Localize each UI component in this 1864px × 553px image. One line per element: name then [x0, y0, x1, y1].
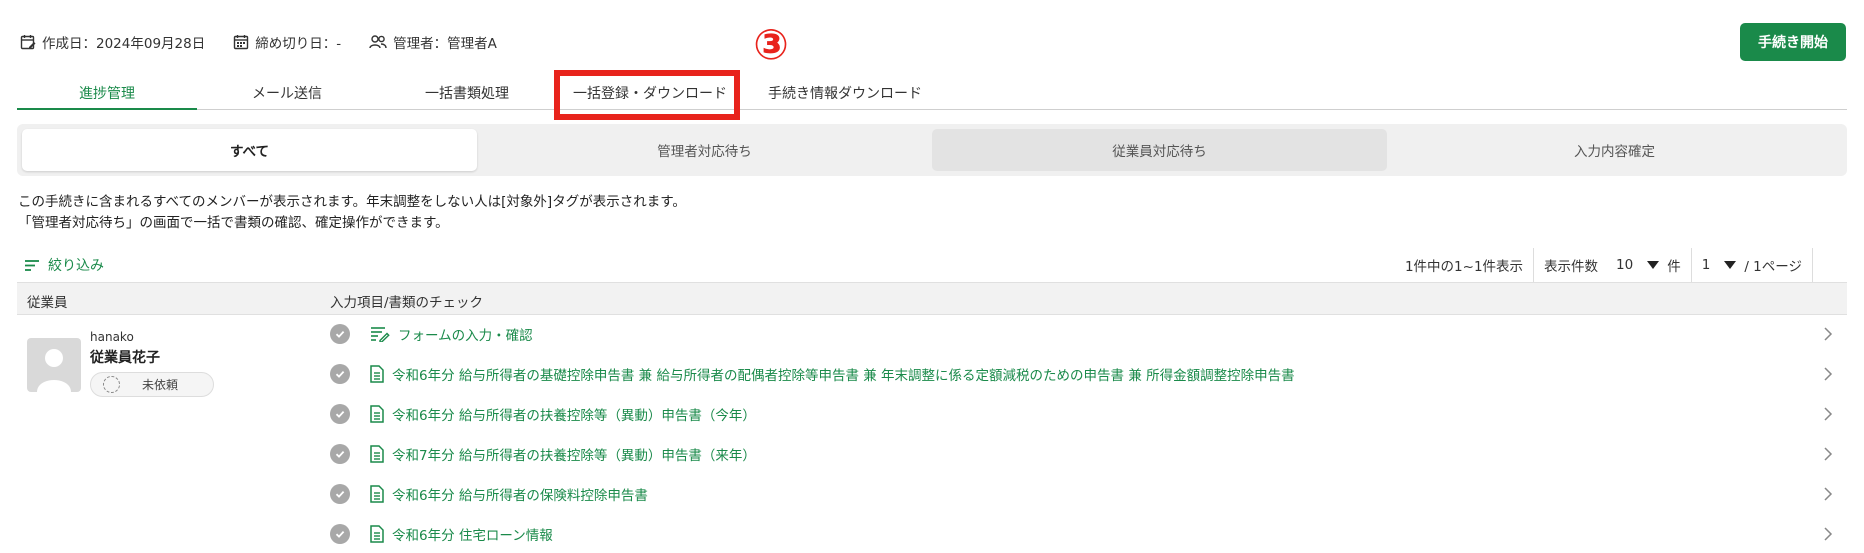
deadline-date: 締め切り日：- — [233, 32, 341, 52]
procedure-meta: 作成日：2024年09月28日 締め切り日：- 管理者：管理者A — [20, 32, 525, 52]
pending-status-icon — [103, 376, 120, 393]
check-circle-icon — [330, 484, 350, 504]
annotation-highlight-box — [554, 70, 740, 120]
chevron-right-icon — [1823, 446, 1833, 466]
filter-lines-icon — [25, 259, 39, 271]
description: この手続きに含まれるすべてのメンバーが表示されます。年末調整をしない人は[対象外… — [18, 192, 686, 234]
check-circle-icon — [330, 404, 350, 424]
start-procedure-button[interactable]: 手続き開始 — [1740, 23, 1846, 61]
page-total: / 1ページ — [1744, 259, 1802, 275]
check-circle-icon — [330, 324, 350, 344]
pagination: 1件中の1~1件表示 表示件数 10 件 1 / 1ページ — [1395, 248, 1846, 282]
tab-bulk-documents[interactable]: 一括書類処理 — [377, 78, 557, 110]
form-edit-icon — [370, 326, 390, 342]
checklist-row[interactable]: 令和6年分 住宅ローン情報 — [330, 516, 1847, 552]
people-icon — [369, 35, 387, 49]
per-page-unit: 件 — [1667, 259, 1681, 275]
checklist-item-label: フォームの入力・確認 — [398, 328, 533, 344]
checklist-row[interactable]: 令和6年分 給与所得者の扶養控除等（異動）申告書（今年） — [330, 396, 1847, 432]
result-summary: 1件中の1~1件表示 — [1404, 259, 1524, 275]
caret-down-icon — [1647, 261, 1660, 269]
manager-info: 管理者：管理者A — [369, 32, 497, 52]
segment-employee-pending[interactable]: 従業員対応待ち — [932, 129, 1387, 171]
per-page-select[interactable]: 10 — [1616, 257, 1667, 273]
calendar-icon — [234, 35, 249, 50]
chevron-right-icon — [1823, 366, 1833, 386]
filter-label: 絞り込み — [48, 258, 104, 274]
manager-text: 管理者：管理者A — [393, 36, 497, 52]
deadline-date-text: 締め切り日：- — [255, 36, 342, 52]
document-icon — [370, 485, 384, 503]
employee-name[interactable]: 従業員花子 — [90, 347, 160, 367]
description-line: 「管理者対応待ち」の画面で一括で書類の確認、確定操作ができます。 — [18, 215, 449, 231]
document-icon — [370, 405, 384, 423]
chevron-right-icon — [1823, 406, 1833, 426]
segment-manager-pending[interactable]: 管理者対応待ち — [477, 129, 932, 171]
column-items: 入力項目/書類のチェック — [330, 295, 484, 311]
tab-procedure-download[interactable]: 手続き情報ダウンロード — [745, 78, 945, 110]
checklist-item-label: 令和6年分 給与所得者の扶養控除等（異動）申告書（今年） — [392, 408, 756, 424]
check-circle-icon — [330, 444, 350, 464]
checklist-item-label: 令和7年分 給与所得者の扶養控除等（異動）申告書（来年） — [392, 448, 756, 464]
checklist-row[interactable]: 令和6年分 給与所得者の基礎控除申告書 兼 給与所得者の配偶者控除等申告書 兼 … — [330, 356, 1847, 392]
page-select[interactable]: 1 — [1702, 257, 1745, 273]
checklist-row[interactable]: 令和7年分 給与所得者の扶養控除等（異動）申告書（来年） — [330, 436, 1847, 472]
avatar — [27, 338, 81, 392]
user-silhouette-icon — [37, 349, 71, 392]
checklist-item-label: 令和6年分 給与所得者の基礎控除申告書 兼 給与所得者の配偶者控除等申告書 兼 … — [392, 368, 1295, 384]
tab-bar: 進捗管理 メール送信 一括書類処理 一括登録・ダウンロード 手続き情報ダウンロー… — [17, 78, 1847, 110]
segment-all[interactable]: すべて — [22, 129, 477, 171]
status-segment: すべて 管理者対応待ち 従業員対応待ち 入力内容確定 — [17, 124, 1847, 176]
pager-spacer — [1812, 248, 1846, 282]
checklist-row[interactable]: 令和6年分 給与所得者の保険料控除申告書 — [330, 476, 1847, 512]
table-header: 従業員 入力項目/書類のチェック — [17, 282, 1847, 315]
description-line: この手続きに含まれるすべてのメンバーが表示されます。年末調整をしない人は[対象外… — [18, 194, 686, 210]
filter-button[interactable]: 絞り込み — [24, 255, 104, 275]
employee-id: hanako — [90, 330, 134, 344]
document-icon — [370, 445, 384, 463]
status-badge: 未依頼 — [90, 372, 214, 397]
column-employee: 従業員 — [27, 295, 68, 311]
created-date: 作成日：2024年09月28日 — [20, 32, 205, 52]
page-value: 1 — [1701, 257, 1711, 273]
status-badge-label: 未依頼 — [142, 378, 179, 392]
checklist-item-label: 令和6年分 住宅ローン情報 — [392, 528, 553, 544]
chevron-right-icon — [1823, 526, 1833, 546]
page-control: 1 / 1ページ — [1690, 248, 1812, 282]
chevron-right-icon — [1823, 486, 1833, 506]
caret-down-icon — [1724, 261, 1737, 269]
check-circle-icon — [330, 524, 350, 544]
document-icon — [370, 525, 384, 543]
checklist-item-label: 令和6年分 給与所得者の保険料控除申告書 — [392, 488, 648, 504]
tab-progress[interactable]: 進捗管理 — [17, 78, 197, 110]
checklist-row[interactable]: フォームの入力・確認 — [330, 316, 1847, 352]
segment-confirmed[interactable]: 入力内容確定 — [1387, 129, 1842, 171]
document-icon — [370, 365, 384, 383]
chevron-right-icon — [1823, 326, 1833, 346]
calendar-edit-icon — [20, 35, 36, 50]
per-page-label: 表示件数 — [1544, 259, 1599, 275]
per-page-value: 10 — [1616, 257, 1634, 273]
annotation-number: ③ — [753, 20, 789, 69]
created-date-text: 作成日：2024年09月28日 — [42, 36, 206, 52]
per-page-control: 表示件数 10 件 — [1533, 248, 1691, 282]
check-circle-icon — [330, 364, 350, 384]
tab-mail[interactable]: メール送信 — [197, 78, 377, 110]
